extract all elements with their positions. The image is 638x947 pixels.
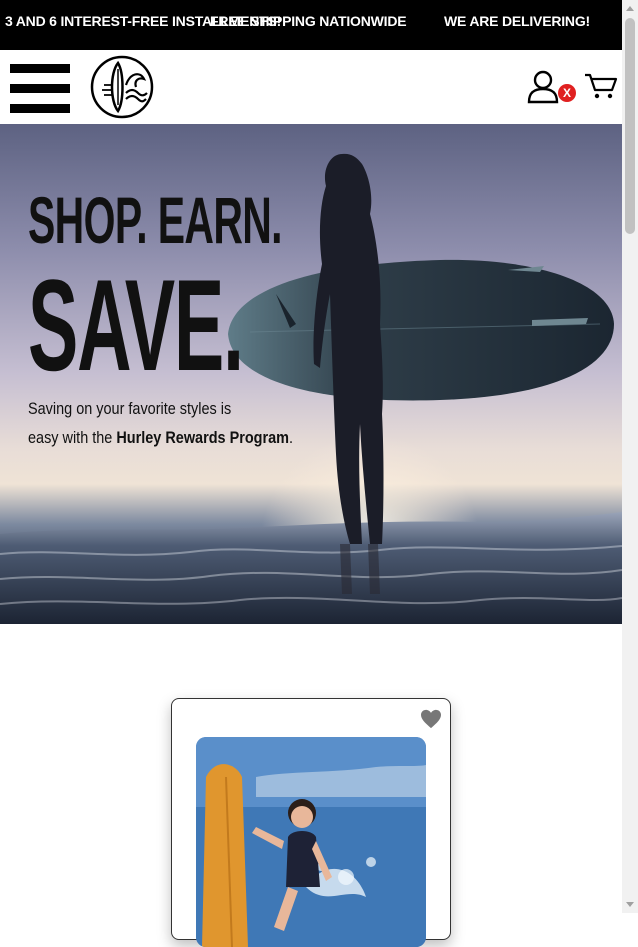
rewards-program-link[interactable]: Hurley Rewards Program — [116, 428, 289, 447]
scrollbar-thumb[interactable] — [625, 18, 635, 234]
heart-icon[interactable] — [420, 709, 442, 729]
product-card[interactable] — [171, 698, 451, 947]
shopping-cart-icon[interactable] — [584, 72, 618, 100]
hero-description-line1: Saving on your favorite styles is — [28, 399, 232, 418]
scroll-up-arrow-icon[interactable] — [626, 6, 634, 11]
hero-description-prefix: easy with the — [28, 428, 117, 447]
hero-heading-line2: SAVE. — [28, 252, 244, 398]
hero-description-suffix: . — [289, 428, 294, 447]
announcement-bar: 3 AND 6 INTEREST-FREE INSTALLMENTS! FREE… — [0, 0, 622, 50]
hero-banner[interactable]: SHOP. EARN. SAVE. Saving on your favorit… — [0, 124, 622, 624]
hero-heading-line1: SHOP. EARN. — [28, 183, 283, 257]
announcement-message: WE ARE DELIVERING! — [444, 13, 590, 29]
hamburger-menu-icon[interactable] — [10, 64, 70, 114]
site-header — [0, 50, 622, 125]
account-status-badge[interactable]: X — [558, 84, 576, 102]
announcement-message: FREE SHIPPING NATIONWIDE — [210, 13, 407, 29]
scroll-down-arrow-icon[interactable] — [626, 902, 634, 907]
page-scrollbar[interactable] — [622, 0, 638, 913]
product-image[interactable] — [196, 737, 426, 947]
user-icon[interactable] — [527, 70, 561, 104]
hero-description: Saving on your favorite styles is easy w… — [28, 394, 293, 452]
surfboard-wave-logo-icon[interactable] — [90, 55, 154, 119]
hero-description-line2: easy with the Hurley Rewards Program. — [28, 423, 293, 452]
